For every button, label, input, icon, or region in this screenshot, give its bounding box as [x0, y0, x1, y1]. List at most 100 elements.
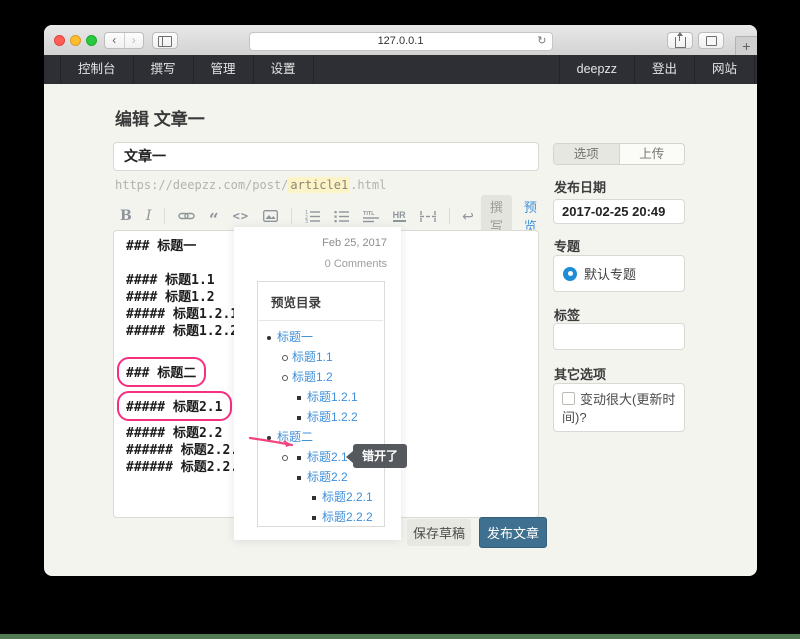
toc-link[interactable]: 标题2.2.2	[322, 510, 373, 524]
undo-icon[interactable]: ↩	[462, 208, 474, 225]
nav-item[interactable]: 撰写	[134, 55, 194, 84]
link-icon[interactable]	[178, 210, 195, 222]
toc-link[interactable]: 标题1.1	[292, 350, 333, 364]
back-button[interactable]: ‹	[105, 33, 124, 48]
toc-link[interactable]: 标题1.2.2	[307, 410, 358, 424]
navbar-left: 控制台撰写管理设置	[60, 55, 314, 84]
topic-option[interactable]: 默认专题	[553, 255, 685, 292]
history-nav-group: ‹ ›	[104, 32, 144, 49]
preview-overlay: Feb 25, 2017 0 Comments 预览目录 标题一标题1.1 标题1…	[234, 227, 401, 540]
toc-item: 标题1.2	[258, 367, 384, 387]
svg-text:TITL: TITL	[363, 211, 375, 217]
toolbar-divider	[291, 208, 292, 224]
post-title-input[interactable]: 文章一	[113, 142, 539, 171]
post-date: Feb 25, 2017	[322, 237, 387, 249]
italic-icon[interactable]: I	[146, 208, 152, 224]
toc-panel: 预览目录 标题一标题1.1标题1.2标题1.2.1标题1.2.2标题二标题2.1…	[257, 281, 385, 527]
forward-button[interactable]: ›	[124, 33, 144, 48]
nav-item[interactable]: 管理	[194, 55, 254, 84]
toc-item: 标题2.2.1	[258, 487, 384, 507]
nav-item[interactable]: 控制台	[60, 55, 134, 84]
other-options-label: 其它选项	[554, 364, 606, 383]
comments-count: 0 Comments	[325, 258, 387, 270]
heading-icon[interactable]: TITL	[363, 210, 379, 223]
tags-input[interactable]	[553, 323, 685, 350]
annotation-tooltip: 错开了	[353, 444, 407, 468]
address-bar[interactable]: 127.0.0.1 ↻	[249, 32, 553, 51]
permalink-prefix: https://deepzz.com/post/	[115, 178, 288, 192]
markdown-toolbar: B I “ <> 123 TITL HR ↩ 撰写 预览	[113, 204, 539, 228]
tab-overview-button[interactable]	[698, 32, 724, 49]
nav-item[interactable]: 网站	[694, 55, 755, 84]
topic-label: 专题	[554, 236, 580, 255]
page-title: 编辑 文章一	[115, 105, 205, 130]
toc-link[interactable]: 标题2.2.1	[322, 490, 373, 504]
toc-item: 标题2.2	[258, 467, 384, 487]
toc-link[interactable]: 标题2.2	[307, 470, 348, 484]
toc-bullet-circle	[282, 375, 288, 381]
radio-selected-icon[interactable]	[563, 267, 577, 281]
page-break-icon[interactable]	[420, 210, 436, 223]
sidebar-toggle-button[interactable]	[152, 32, 178, 49]
toc-bullet-disc	[267, 336, 271, 340]
tab-options[interactable]: 选项	[554, 144, 619, 164]
svg-text:3: 3	[305, 219, 308, 223]
horizontal-rule-icon[interactable]: HR	[393, 211, 406, 222]
nav-item[interactable]: 登出	[634, 55, 694, 84]
nav-item[interactable]: deepzz	[559, 55, 634, 84]
toc-item: 标题1.2.1	[258, 387, 384, 407]
bold-icon[interactable]: B	[120, 208, 132, 224]
toc-bullet-square	[312, 496, 316, 500]
tab-upload[interactable]: 上传	[619, 144, 685, 164]
major-change-option[interactable]: 变动很大(更新时间)?	[553, 383, 685, 432]
toc-bullet-square	[297, 416, 301, 420]
toc-bullet-square	[297, 476, 301, 480]
nav-item[interactable]: 设置	[254, 55, 314, 84]
toc-bullet-square	[297, 456, 301, 460]
toc-bullet-square	[312, 516, 316, 520]
quote-icon[interactable]: “	[209, 215, 219, 225]
toc-item: 标题1.1	[258, 347, 384, 367]
toc-bullet-circle	[282, 455, 288, 461]
app-navbar: 控制台撰写管理设置 deepzz登出网站	[44, 55, 757, 84]
browser-window: ‹ › 127.0.0.1 ↻ + 控制台撰写管理设置 deepzz登出网站 编…	[44, 25, 757, 576]
reload-icon[interactable]: ↻	[537, 33, 546, 50]
toc-link[interactable]: 标题1.2.1	[307, 390, 358, 404]
ordered-list-icon[interactable]: 123	[305, 210, 320, 223]
toc-title: 预览目录	[259, 282, 383, 321]
toc-bullet-square	[297, 396, 301, 400]
close-window-button[interactable]	[54, 35, 65, 46]
tags-label: 标签	[554, 305, 580, 324]
toc-link[interactable]: 标题一	[277, 330, 313, 344]
toc-link[interactable]: 标题2.1	[307, 450, 348, 464]
tabs-icon	[706, 36, 717, 46]
toolbar-divider	[449, 208, 450, 224]
zoom-window-button[interactable]	[86, 35, 97, 46]
publish-date-input[interactable]: 2017-02-25 20:49	[553, 199, 685, 224]
code-icon[interactable]: <>	[233, 209, 249, 223]
toc-item: 标题一	[258, 327, 384, 347]
annotation-arrow	[248, 434, 302, 454]
toc-link[interactable]: 标题1.2	[292, 370, 333, 384]
toc-list: 标题一标题1.1标题1.2标题1.2.1标题1.2.2标题二标题2.1错开了标题…	[258, 327, 384, 527]
share-button[interactable]	[667, 32, 693, 49]
minimize-window-button[interactable]	[70, 35, 81, 46]
sidebar-icon	[158, 36, 172, 47]
unordered-list-icon[interactable]	[334, 210, 349, 223]
permalink-text: https://deepzz.com/post/article1.html	[115, 178, 386, 192]
publish-date-label: 发布日期	[554, 177, 606, 196]
sidebar-tabs: 选项 上传	[553, 143, 685, 165]
save-draft-button[interactable]: 保存草稿	[407, 519, 471, 546]
toc-bullet-circle	[282, 355, 288, 361]
topic-option-label: 默认专题	[584, 264, 636, 283]
image-icon[interactable]	[263, 210, 278, 222]
toolbar-divider	[164, 208, 165, 224]
permalink-slug[interactable]: article1	[288, 177, 350, 193]
share-icon	[675, 37, 686, 48]
toc-item: 标题2.2.2	[258, 507, 384, 527]
toc-item: 标题1.2.2	[258, 407, 384, 427]
checkbox-icon[interactable]	[562, 392, 575, 405]
url-text: 127.0.0.1	[378, 35, 424, 47]
navbar-right: deepzz登出网站	[559, 55, 755, 84]
publish-button[interactable]: 发布文章	[479, 517, 547, 548]
